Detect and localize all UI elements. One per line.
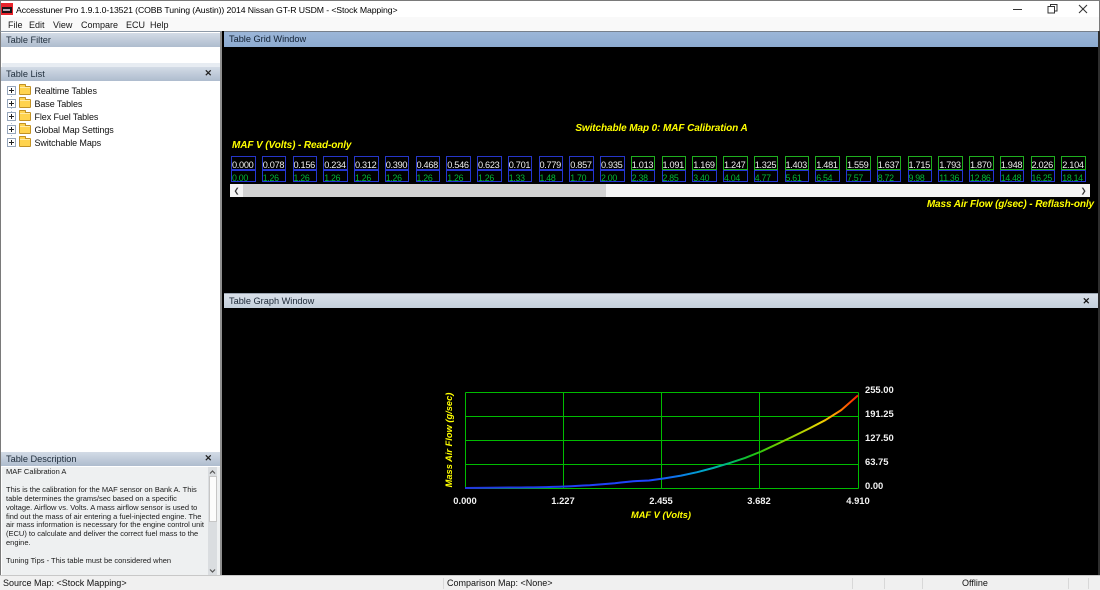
svg-text:MAF V (Volts): MAF V (Volts) [631, 510, 691, 520]
svg-text:63.75: 63.75 [865, 456, 888, 467]
svg-text:4.910: 4.910 [846, 495, 869, 506]
svg-text:255.00: 255.00 [865, 384, 894, 395]
svg-text:2.455: 2.455 [649, 495, 672, 506]
svg-text:127.50: 127.50 [865, 432, 894, 443]
svg-text:3.682: 3.682 [747, 495, 770, 506]
svg-text:1.227: 1.227 [551, 495, 574, 506]
svg-text:0.000: 0.000 [453, 495, 476, 506]
svg-text:191.25: 191.25 [865, 408, 894, 419]
svg-text:0.00: 0.00 [865, 480, 883, 491]
svg-text:Mass Air Flow (g/sec): Mass Air Flow (g/sec) [444, 393, 454, 488]
